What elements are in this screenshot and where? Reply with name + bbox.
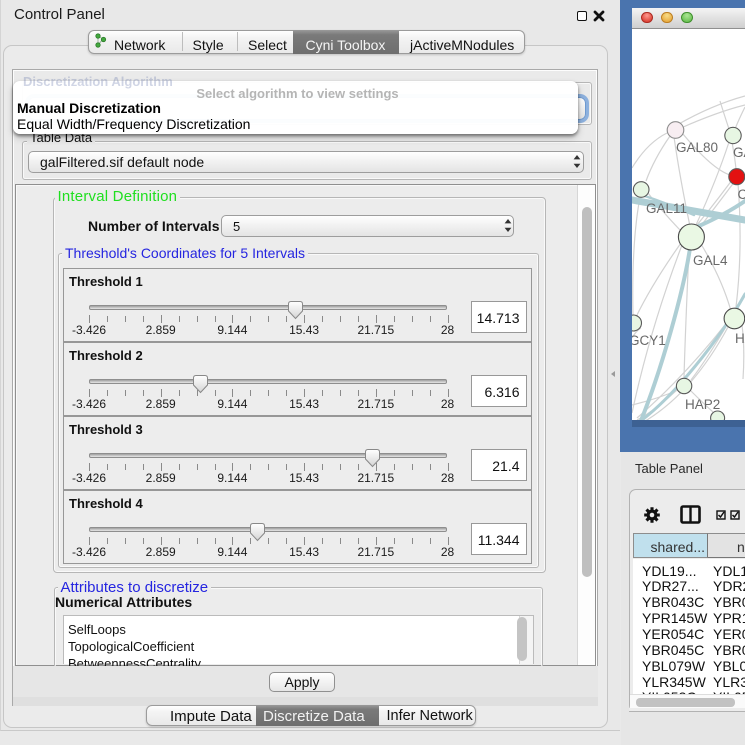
svg-text:GAL11: GAL11 bbox=[646, 201, 687, 216]
svg-text:GA: GA bbox=[733, 145, 745, 160]
svg-text:GAL80: GAL80 bbox=[676, 140, 718, 155]
svg-text:GCY1: GCY1 bbox=[632, 333, 666, 348]
svg-text:GAL4: GAL4 bbox=[693, 253, 728, 268]
svg-text:HAP2: HAP2 bbox=[685, 397, 720, 412]
svg-text:C.: C. bbox=[738, 187, 745, 202]
svg-text:HA: HA bbox=[735, 331, 745, 346]
